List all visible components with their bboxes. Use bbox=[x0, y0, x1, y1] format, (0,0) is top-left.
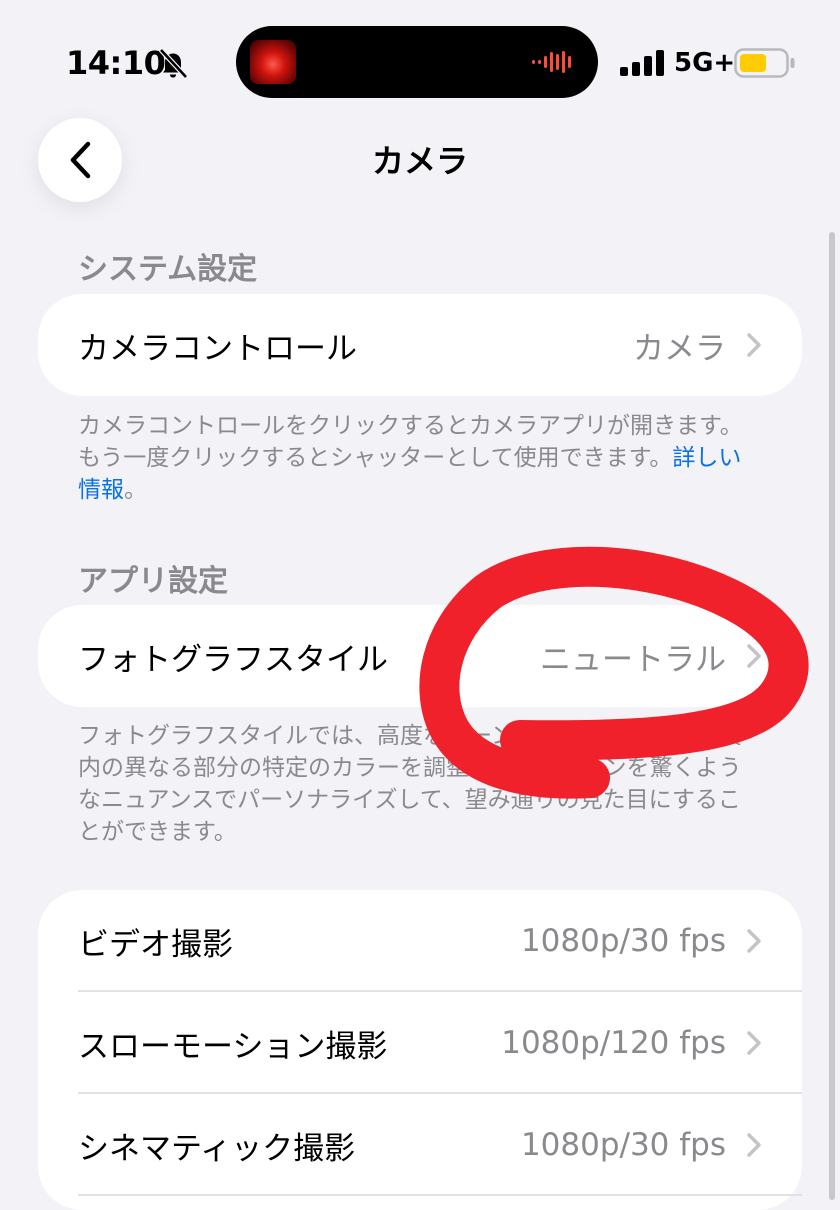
system-settings-card: カメラコントロール カメラ bbox=[38, 294, 802, 396]
row-photographic-styles[interactable]: フォトグラフスタイル ニュートラル bbox=[38, 605, 802, 707]
audio-waveform-icon bbox=[532, 51, 571, 73]
row-value: 1080p/120 fps bbox=[501, 1025, 726, 1061]
row-label: フォトグラフスタイル bbox=[78, 641, 388, 678]
row-value: カメラ bbox=[633, 330, 726, 367]
system-section-footer: カメラコントロールをクリックするとカメラアプリが開きます。もう一度クリックすると… bbox=[78, 410, 760, 506]
chevron-right-icon bbox=[747, 644, 761, 668]
row-value: 1080p/30 fps bbox=[520, 1127, 726, 1163]
app-settings-card: フォトグラフスタイル ニュートラル bbox=[38, 605, 802, 707]
network-type: 5G+ bbox=[674, 48, 736, 78]
video-settings-card: ビデオ撮影 1080p/30 fps スローモーション撮影 1080p/120 … bbox=[38, 890, 802, 1210]
battery-icon bbox=[734, 48, 795, 78]
section-header-system: システム設定 bbox=[78, 252, 258, 287]
chevron-right-icon bbox=[747, 1133, 761, 1157]
chevron-right-icon bbox=[747, 929, 761, 953]
status-time: 14:10 bbox=[66, 44, 166, 82]
bell-slash-icon bbox=[159, 48, 188, 79]
row-value: 1080p/30 fps bbox=[520, 923, 726, 959]
row-label: スローモーション撮影 bbox=[78, 1028, 388, 1065]
row-record-video[interactable]: ビデオ撮影 1080p/30 fps bbox=[38, 890, 802, 992]
now-recording-thumbnail bbox=[250, 40, 296, 84]
row-label: シネマティック撮影 bbox=[78, 1130, 356, 1167]
scroll-indicator[interactable] bbox=[829, 232, 835, 1200]
footer-period: 。 bbox=[124, 477, 147, 503]
row-record-cinematic[interactable]: シネマティック撮影 1080p/30 fps bbox=[38, 1094, 802, 1196]
cellular-signal-icon bbox=[620, 50, 664, 76]
row-divider bbox=[78, 1194, 802, 1196]
app-section-footer: フォトグラフスタイルでは、高度なシーン理解を使用して、写真内の異なる部分の特定の… bbox=[78, 723, 743, 845]
row-label: カメラコントロール bbox=[78, 330, 357, 367]
section-header-app: アプリ設定 bbox=[78, 564, 228, 599]
row-label: ビデオ撮影 bbox=[78, 926, 233, 963]
row-camera-control[interactable]: カメラコントロール カメラ bbox=[38, 294, 802, 396]
dynamic-island[interactable] bbox=[236, 26, 598, 98]
row-record-slo-mo[interactable]: スローモーション撮影 1080p/120 fps bbox=[38, 992, 802, 1094]
status-bar: 14:10 5G+ bbox=[0, 0, 840, 120]
page-title: カメラ bbox=[371, 142, 468, 180]
row-value: ニュートラル bbox=[540, 641, 726, 678]
footer-description: カメラコントロールをクリックするとカメラアプリが開きます。もう一度クリックすると… bbox=[78, 413, 743, 471]
chevron-right-icon bbox=[747, 1031, 761, 1055]
chevron-right-icon bbox=[747, 333, 761, 357]
